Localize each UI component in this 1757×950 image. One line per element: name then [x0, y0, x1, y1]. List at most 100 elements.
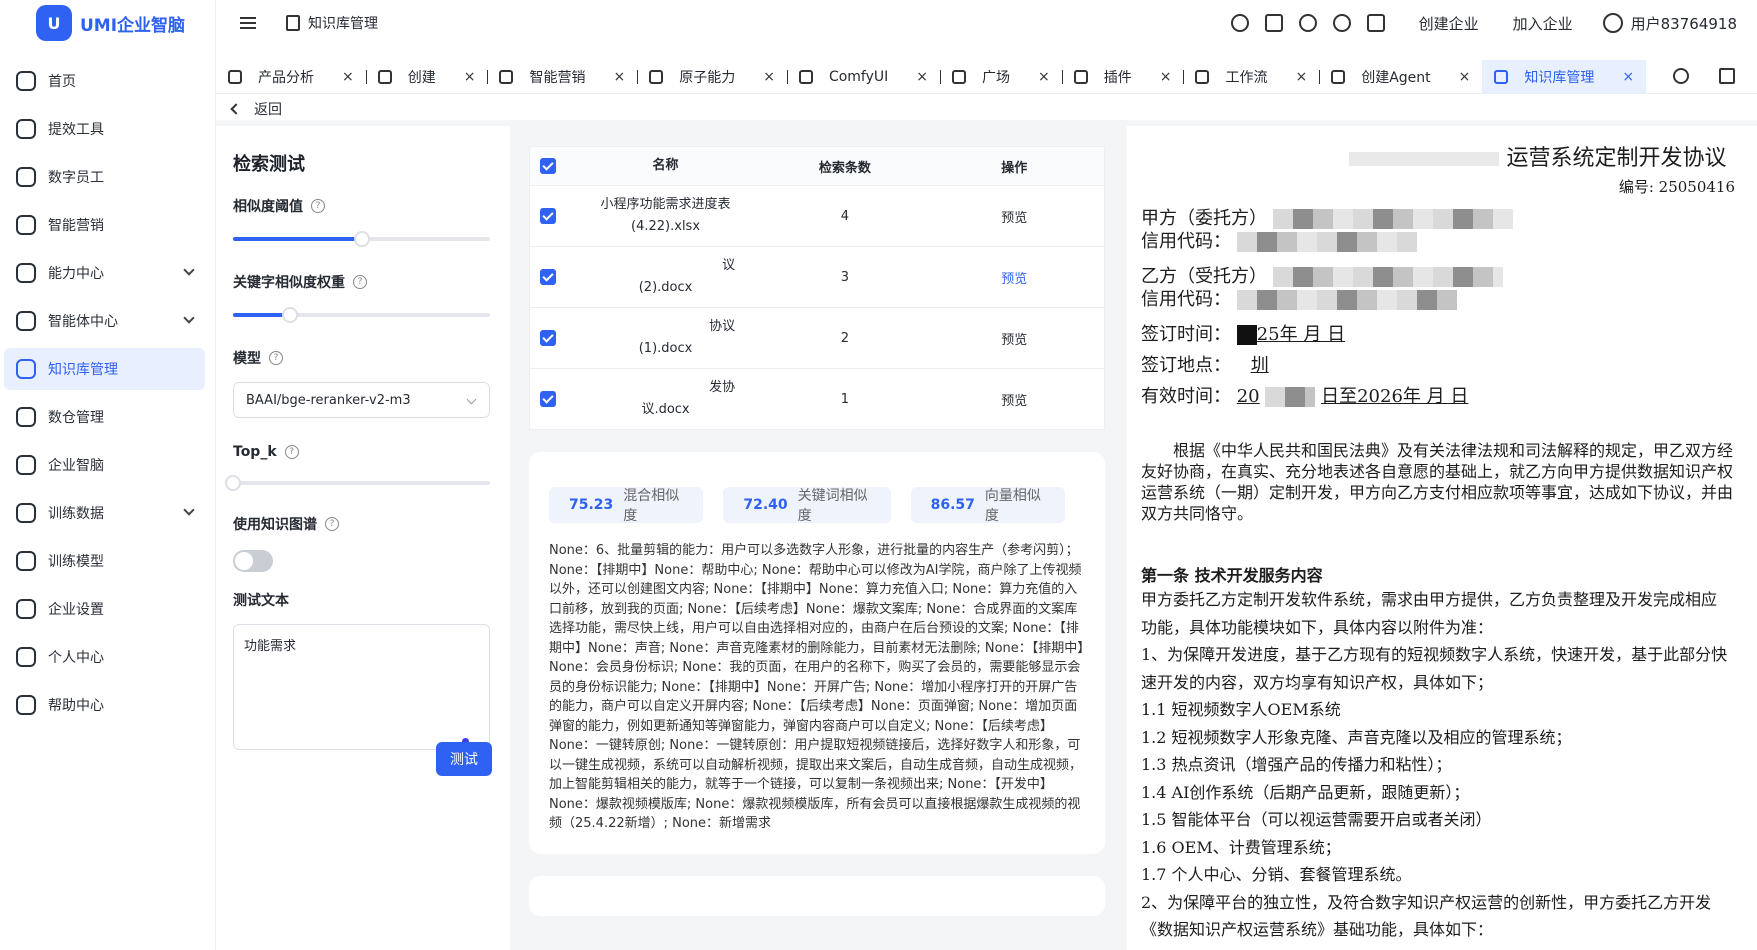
party-a-label: 甲方（委托方）	[1141, 208, 1267, 229]
row-checkbox[interactable]	[530, 208, 566, 224]
close-icon[interactable]: ×	[1622, 69, 1634, 85]
score-badge: 72.40 关键词相似度	[723, 487, 891, 524]
sign-place-label: 签订地点：	[1141, 355, 1231, 376]
logo[interactable]: U UMI企业智脑	[0, 0, 215, 46]
data-icon	[16, 503, 36, 523]
topk-label: Top_k ?	[233, 444, 490, 460]
help-icon[interactable]: ?	[353, 275, 367, 289]
sign-place: 签订地点： 圳	[1141, 354, 1735, 377]
preview-link[interactable]: 预览	[925, 329, 1104, 348]
sidebar-item[interactable]: 企业智脑	[4, 444, 205, 486]
row-checkbox[interactable]	[530, 391, 566, 407]
book-icon	[16, 359, 36, 379]
retrieval-count: 4	[840, 208, 850, 224]
tab[interactable]: ComfyUI ×	[786, 60, 940, 94]
sidebar-item[interactable]: 数仓管理	[4, 396, 205, 438]
user-menu[interactable]: 用户83764918	[1602, 13, 1737, 34]
results-table: 名称 检索条数 操作 小程序功能需求进度表 (4.22).xlsx 4 预览议 (2).…	[529, 146, 1105, 430]
keyword-weight-slider[interactable]	[233, 306, 490, 323]
chevron-down-icon[interactable]	[183, 504, 195, 516]
layout-icon[interactable]	[1366, 14, 1385, 32]
sidebar-item[interactable]: 能力中心	[4, 252, 205, 294]
join-company-button[interactable]: 加入企业	[1513, 13, 1573, 34]
tab[interactable]: 工作流 ×	[1183, 60, 1319, 94]
sidebar-item[interactable]: 帮助中心	[4, 684, 205, 726]
slider-thumb[interactable]	[353, 231, 370, 247]
document-preview: 运营系统定制开发协议 编号: 25050416 甲方（委托方） 信用代码： 乙方…	[1127, 126, 1757, 950]
tab[interactable]: 创建 ×	[365, 60, 488, 94]
close-icon[interactable]: ×	[1160, 69, 1172, 85]
sidebar-item[interactable]: 企业设置	[4, 588, 205, 630]
tab[interactable]: 产品分析 ×	[216, 60, 366, 94]
row-checkbox[interactable]	[530, 269, 566, 285]
help-icon[interactable]: ?	[269, 351, 283, 365]
help-icon[interactable]: ?	[325, 517, 339, 531]
score-label: 混合相似度	[623, 488, 680, 524]
tab[interactable]: 原子能力 ×	[637, 60, 787, 94]
sidebar-item-label: 训练数据	[48, 506, 104, 522]
chevron-down-icon[interactable]	[183, 264, 195, 276]
sidebar-item[interactable]: 个人中心	[4, 636, 205, 678]
tab-icon	[952, 69, 966, 84]
similarity-slider[interactable]	[233, 230, 490, 247]
create-company-button[interactable]: 创建企业	[1419, 13, 1479, 34]
sidebar-item[interactable]: 智能体中心	[4, 300, 205, 342]
tab[interactable]: 知识库管理 ×	[1482, 59, 1647, 94]
expand-icon[interactable]	[1719, 68, 1735, 84]
test-button[interactable]: 测试	[436, 742, 492, 776]
model-select[interactable]: BAAI/bge-reranker-v2-m3	[233, 382, 490, 418]
help-icon	[16, 695, 36, 715]
test-text-input[interactable]: 功能需求	[233, 624, 490, 750]
row-checkbox[interactable]	[530, 330, 566, 346]
preview-link[interactable]: 预览	[925, 268, 1104, 287]
close-icon[interactable]: ×	[464, 69, 476, 85]
close-icon[interactable]: ×	[613, 69, 625, 85]
sign-place-value: 圳	[1250, 355, 1269, 376]
close-icon[interactable]: ×	[1295, 69, 1307, 85]
menu-toggle-icon[interactable]	[240, 17, 256, 29]
sidebar-item[interactable]: 智能营销	[4, 204, 205, 246]
sidebar-item[interactable]: 知识库管理	[4, 348, 205, 390]
valid-time-prefix: 20	[1236, 386, 1260, 407]
tab-icon	[798, 69, 813, 84]
sidebar-item[interactable]: 训练数据	[4, 492, 205, 534]
party-b-label: 乙方（受托方）	[1141, 266, 1267, 287]
sidebar-item-label: 企业设置	[48, 602, 104, 618]
globe-icon[interactable]	[1298, 14, 1317, 32]
select-all-checkbox[interactable]	[530, 158, 566, 174]
help-icon[interactable]: ?	[284, 445, 299, 459]
tab[interactable]: 插件 ×	[1061, 60, 1184, 94]
sidebar-item[interactable]: 提效工具	[4, 108, 205, 150]
use-graph-toggle[interactable]	[233, 550, 273, 572]
refresh-icon[interactable]	[1673, 68, 1689, 84]
theme-sun-icon[interactable]	[1332, 14, 1351, 32]
topk-slider[interactable]	[225, 474, 490, 491]
doc-number: 编号: 25050416	[1618, 178, 1735, 196]
close-icon[interactable]: ×	[1038, 69, 1050, 85]
close-icon[interactable]: ×	[916, 69, 928, 85]
search-icon[interactable]	[1230, 14, 1249, 32]
sidebar-item-label: 数仓管理	[48, 410, 104, 426]
tab[interactable]: 智能营销 ×	[487, 60, 637, 94]
sidebar-item-label: 首页	[48, 74, 76, 90]
party-a: 甲方（委托方）	[1141, 207, 1735, 230]
user-name: 用户83764918	[1630, 14, 1737, 33]
tab[interactable]: 创建Agent ×	[1319, 60, 1482, 94]
tab[interactable]: 广场 ×	[940, 60, 1062, 94]
party-b-credit: 信用代码：	[1141, 288, 1735, 311]
sidebar-item[interactable]: 数字员工	[4, 156, 205, 198]
sidebar-item[interactable]: 训练模型	[4, 540, 205, 582]
slider-thumb[interactable]	[225, 475, 241, 491]
fullscreen-icon[interactable]	[1264, 14, 1283, 32]
help-icon[interactable]: ?	[311, 199, 325, 213]
sidebar-item[interactable]: 首页	[4, 60, 205, 102]
close-icon[interactable]: ×	[1459, 69, 1471, 85]
close-icon[interactable]: ×	[342, 69, 354, 85]
back-link[interactable]: 返回	[230, 98, 282, 120]
slider-thumb[interactable]	[281, 307, 298, 323]
chevron-down-icon[interactable]	[183, 312, 195, 324]
preview-link[interactable]: 预览	[925, 390, 1104, 409]
preview-link[interactable]: 预览	[925, 207, 1104, 226]
redacted-block	[1236, 325, 1257, 345]
close-icon[interactable]: ×	[763, 69, 775, 85]
